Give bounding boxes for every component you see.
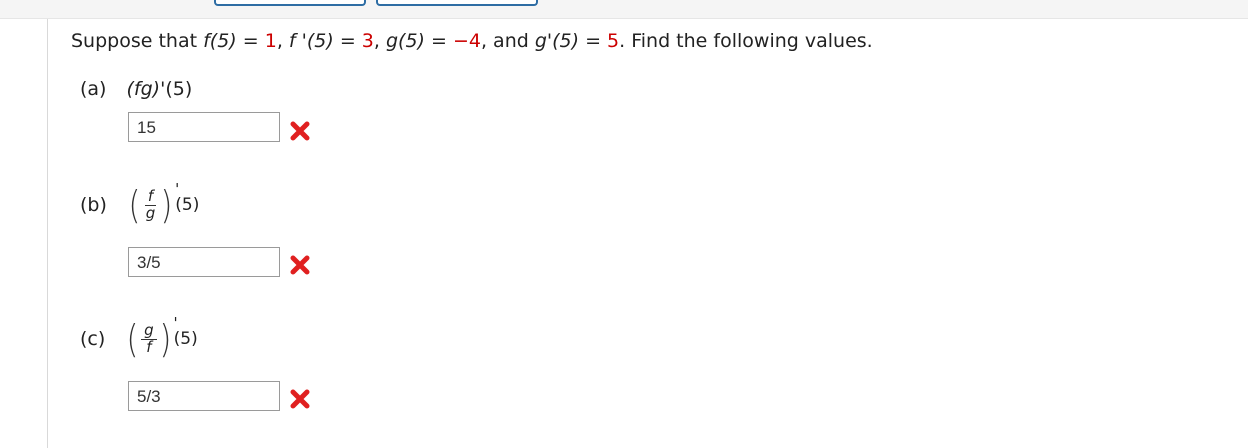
fraction: f g [144, 186, 157, 222]
toolbar-button-2[interactable] [376, 0, 538, 6]
part-label: (b) [80, 194, 107, 216]
question-text: Suppose that f(5) = 1, f '(5) = 3, g(5) … [71, 30, 873, 52]
part-b-prompt: (b) ( f g ) ' (5) [80, 180, 200, 227]
top-toolbar [0, 0, 1248, 19]
part-a-expression: (fg)'(5) [126, 78, 193, 100]
part-a-prompt: (a) (fg)'(5) [80, 78, 192, 100]
answer-field-a[interactable]: 15 [128, 112, 280, 142]
x-mark-icon [290, 121, 310, 141]
answer-field-b[interactable]: 3/5 [128, 247, 280, 277]
part-c-expression: ( g f ) ' (5) [126, 314, 198, 361]
toolbar-button-1[interactable] [214, 0, 366, 6]
part-label: (a) [80, 78, 107, 100]
fraction: g f [141, 322, 157, 356]
x-mark-icon [290, 255, 310, 275]
part-b-expression: ( f g ) ' (5) [128, 180, 200, 227]
left-divider [47, 19, 48, 448]
x-mark-icon [290, 389, 310, 409]
part-c-prompt: (c) ( g f ) ' (5) [80, 314, 198, 361]
part-label: (c) [80, 328, 106, 350]
answer-field-c[interactable]: 5/3 [128, 381, 280, 411]
